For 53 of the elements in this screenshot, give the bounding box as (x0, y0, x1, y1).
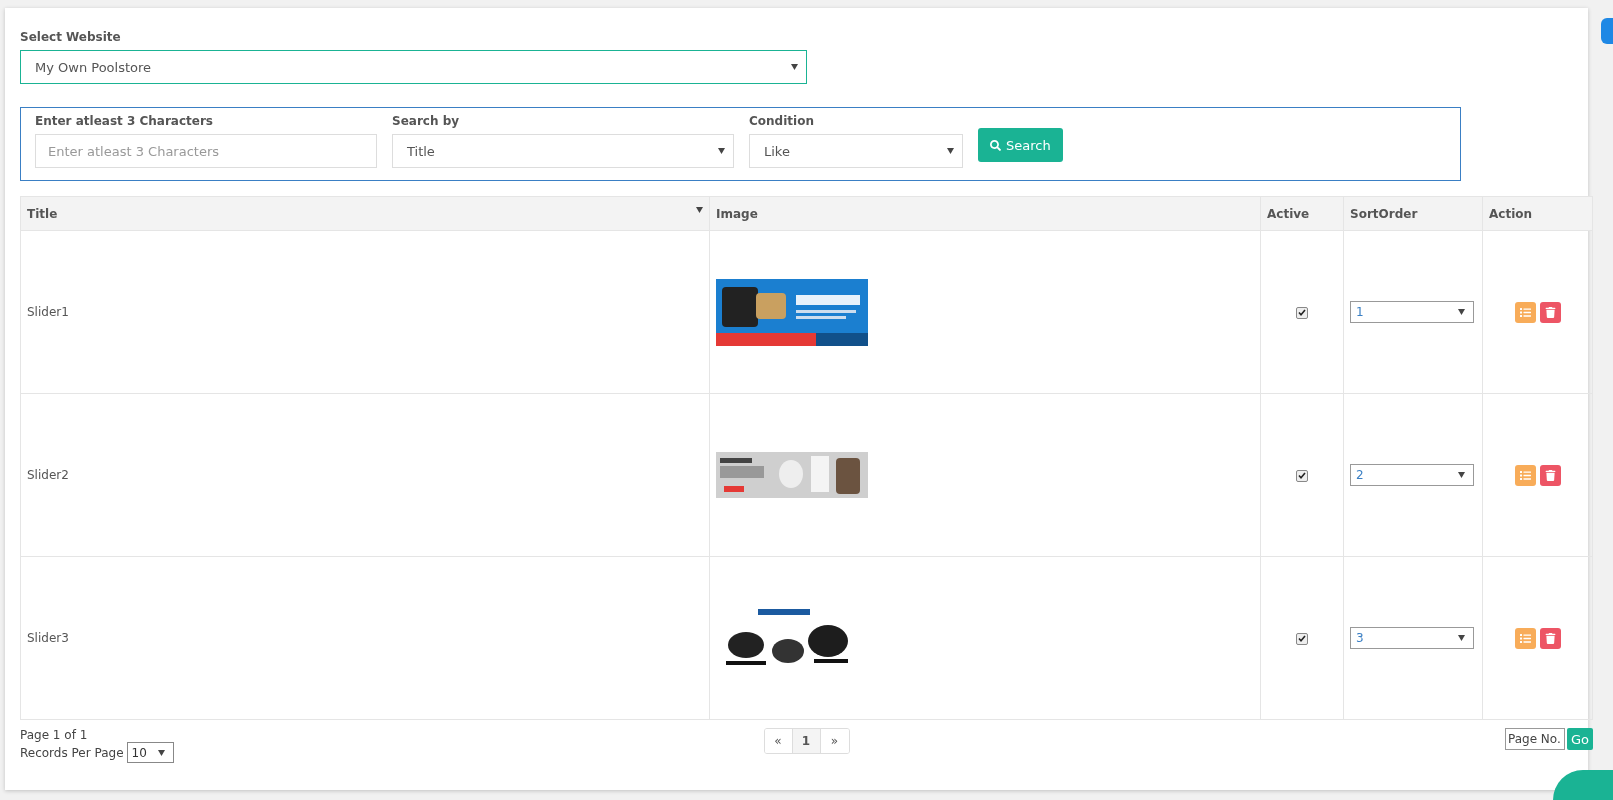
table-cell: Slider3 (20, 556, 710, 720)
column-header: Action (1482, 196, 1593, 231)
column-header: Active (1260, 196, 1344, 231)
field-label: Select Website (20, 30, 122, 44)
field-label: Enter atleast 3 Characters (35, 114, 214, 128)
page-number-field[interactable]: Page No. (1504, 728, 1565, 750)
trash-icon (1544, 632, 1556, 644)
page-info: Page 1 of 1 (20, 728, 89, 742)
checkmark-icon (1298, 309, 1306, 316)
caret-icon (157, 749, 165, 756)
active-checkbox[interactable] (1296, 632, 1308, 645)
search-field[interactable]: Enter atleast 3 Characters (35, 134, 377, 168)
caret-icon (1458, 309, 1465, 315)
caret-icon (1458, 635, 1465, 641)
checkmark-icon (1298, 472, 1306, 479)
delete-button[interactable] (1539, 301, 1561, 323)
active-checkbox[interactable] (1296, 469, 1308, 482)
sort-icon (696, 206, 703, 213)
condition-select[interactable]: Like (749, 134, 963, 168)
checkmark-icon (1298, 635, 1306, 642)
sort-order-select[interactable]: 3 (1350, 627, 1474, 649)
list-button[interactable] (1514, 627, 1536, 649)
list-icon (1519, 306, 1531, 318)
active-checkbox[interactable] (1296, 306, 1308, 319)
trash-icon (1544, 306, 1556, 318)
sort-order-select[interactable]: 1 (1350, 301, 1474, 323)
list-icon (1519, 469, 1531, 481)
column-header: SortOrder (1343, 196, 1483, 231)
page-button[interactable]: « (764, 729, 793, 753)
delete-button[interactable] (1539, 627, 1561, 649)
search-by-select[interactable]: Title (392, 134, 734, 168)
website-select[interactable]: My Own Poolstore (20, 50, 807, 84)
list-icon (1519, 632, 1531, 644)
caret-icon (947, 148, 954, 154)
column-header[interactable]: Title (20, 196, 710, 231)
field-label: Search by (392, 114, 461, 128)
records-label: Records Per Page (20, 745, 124, 760)
records-select[interactable]: 10 (126, 742, 174, 763)
caret-icon (718, 148, 725, 154)
trash-icon (1544, 469, 1556, 481)
field-label: Condition (749, 114, 815, 128)
side-tab-icon[interactable] (1601, 18, 1613, 44)
column-header: Image (709, 196, 1261, 231)
delete-button[interactable] (1539, 464, 1561, 486)
list-button[interactable] (1514, 301, 1536, 323)
caret-icon (1458, 472, 1465, 478)
search-icon (990, 139, 1001, 151)
page-button[interactable]: 1 (792, 729, 821, 753)
table-cell: Slider1 (20, 230, 710, 394)
sort-order-select[interactable]: 2 (1350, 464, 1474, 486)
list-button[interactable] (1514, 464, 1536, 486)
caret-icon (791, 64, 798, 70)
table-cell: Slider2 (20, 393, 710, 557)
